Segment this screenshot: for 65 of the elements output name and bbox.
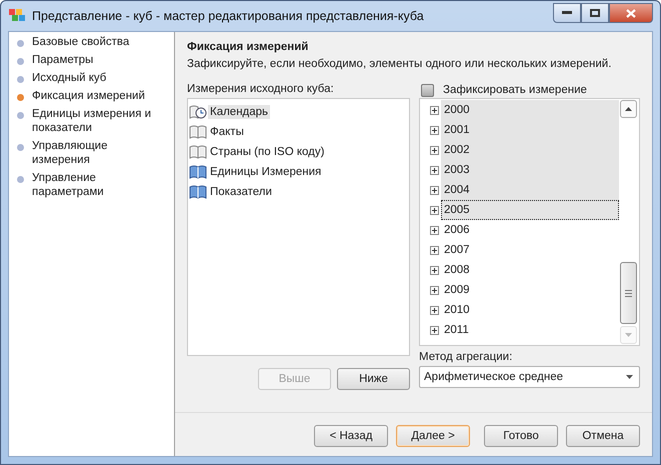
- wizard-step[interactable]: Фиксация измерений: [32, 89, 145, 103]
- expand-plus-icon[interactable]: [430, 266, 439, 274]
- checkbox-label[interactable]: Зафиксировать измерение: [443, 84, 587, 96]
- tree-item[interactable]: 2001: [441, 120, 619, 140]
- tree-item[interactable]: 2004: [441, 180, 619, 200]
- book-icon: [189, 144, 207, 160]
- page-heading: Фиксация измерений: [187, 41, 310, 53]
- wizard-button[interactable]: < Назад: [314, 425, 388, 447]
- dimension-item[interactable]: Показатели: [208, 185, 274, 199]
- tree-item[interactable]: 2006: [441, 220, 619, 240]
- wizard-step[interactable]: Базовые свойства: [32, 35, 130, 49]
- expand-plus-icon[interactable]: [430, 166, 439, 174]
- dimension-item[interactable]: Страны (по ISO коду): [208, 145, 326, 159]
- tree-item[interactable]: 2003: [441, 160, 619, 180]
- aggregation-label: Метод агрегации:: [419, 350, 514, 364]
- tree-item[interactable]: 2009: [441, 280, 619, 300]
- wizard-step[interactable]: Исходный куб: [32, 71, 106, 85]
- dimension-item[interactable]: Единицы Измерения: [208, 165, 324, 179]
- down-arrow-icon: [625, 333, 632, 337]
- tree-item[interactable]: 2000: [441, 100, 619, 120]
- tree-item[interactable]: 2002: [441, 140, 619, 160]
- wizard-step[interactable]: Управление параметрами: [32, 171, 168, 199]
- scrollbar[interactable]: [620, 100, 638, 344]
- expand-plus-icon[interactable]: [430, 246, 439, 254]
- aggregation-dropdown[interactable]: Арифметическое среднее: [419, 366, 640, 388]
- expand-plus-icon[interactable]: [430, 106, 439, 114]
- scroll-thumb[interactable]: [620, 262, 637, 324]
- wizard-step[interactable]: Единицы измерения и показатели: [32, 107, 168, 135]
- grip-icon: [625, 290, 632, 296]
- expand-plus-icon[interactable]: [430, 326, 439, 334]
- expand-plus-icon[interactable]: [430, 186, 439, 194]
- tree-item[interactable]: 2010: [441, 300, 619, 320]
- scroll-up-button[interactable]: [620, 100, 637, 118]
- maximize-icon: [590, 9, 600, 17]
- minimize-icon: [562, 11, 572, 15]
- move-button[interactable]: Ниже: [337, 368, 410, 390]
- wizard-button[interactable]: Отмена: [566, 425, 640, 447]
- wizard-step[interactable]: Управляющие измерения: [32, 139, 168, 167]
- wizard-step[interactable]: Параметры: [32, 53, 94, 67]
- wizard-button[interactable]: Готово: [484, 425, 558, 447]
- up-arrow-icon: [625, 107, 632, 111]
- tree-item[interactable]: 2005: [441, 200, 619, 220]
- tree-item[interactable]: 2008: [441, 260, 619, 280]
- expand-plus-icon[interactable]: [430, 206, 439, 214]
- wizard-button[interactable]: Далее >: [396, 425, 470, 447]
- close-icon: [626, 8, 636, 18]
- dimension-item[interactable]: Факты: [208, 125, 246, 139]
- dropdown-caret-icon: [626, 375, 633, 379]
- list-label: Измерения исходного куба:: [187, 82, 335, 97]
- page-description: Зафиксируйте, если необходимо, элементы одного или нескольких измерений.: [187, 58, 612, 70]
- expand-plus-icon[interactable]: [430, 146, 439, 154]
- book-icon: [189, 124, 207, 140]
- expand-plus-icon[interactable]: [430, 226, 439, 234]
- app-icon: [8, 8, 26, 24]
- maximize-button[interactable]: [581, 3, 609, 23]
- close-button[interactable]: [609, 3, 653, 23]
- minimize-button[interactable]: [553, 3, 581, 23]
- tree-item[interactable]: 2007: [441, 240, 619, 260]
- checkbox[interactable]: [421, 84, 434, 96]
- dimension-item[interactable]: Календарь: [208, 105, 270, 119]
- tree-item[interactable]: 2011: [441, 320, 619, 340]
- expand-plus-icon[interactable]: [430, 306, 439, 314]
- expand-plus-icon[interactable]: [430, 126, 439, 134]
- expand-plus-icon[interactable]: [430, 286, 439, 294]
- window-title: Представление - куб - мастер редактирования представления-куба: [32, 9, 425, 23]
